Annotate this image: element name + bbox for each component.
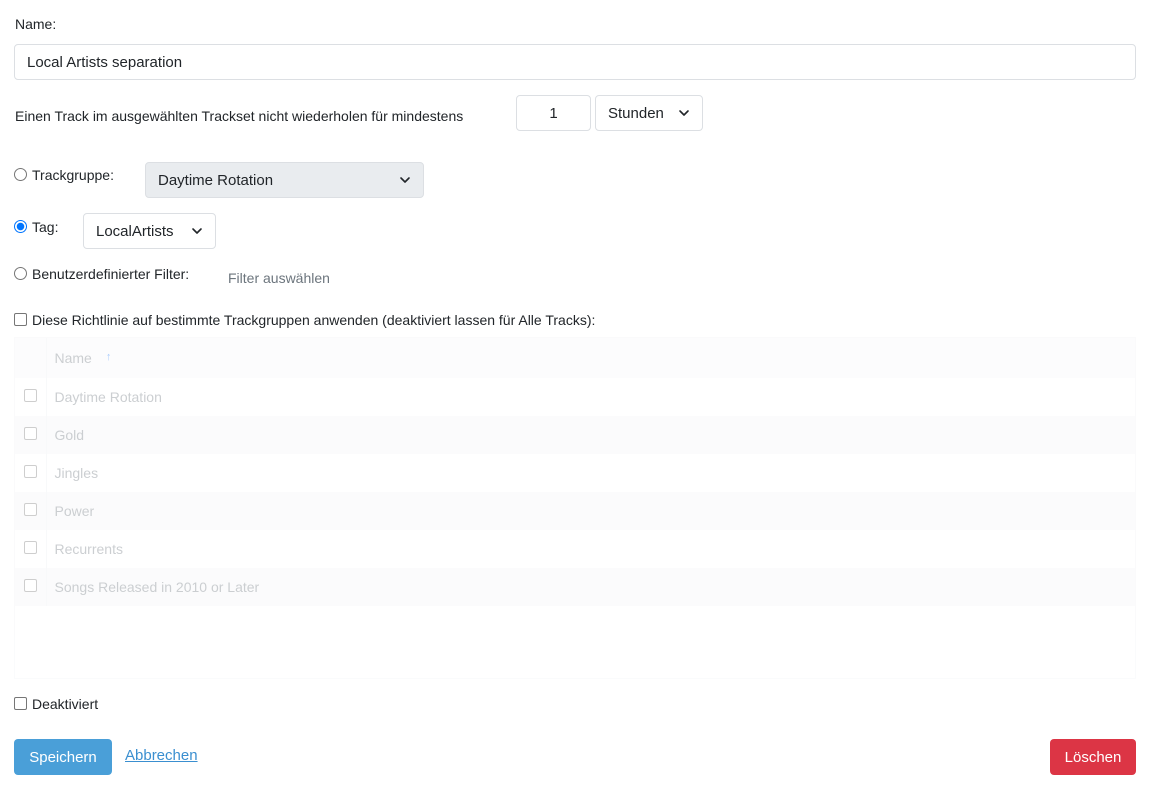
row-name: Jingles bbox=[54, 465, 99, 481]
row-name: Songs Released in 2010 or Later bbox=[54, 579, 260, 595]
select-column-header bbox=[15, 338, 47, 378]
select-filter-link[interactable]: Filter auswählen bbox=[228, 270, 330, 286]
table-row: Jingles bbox=[15, 454, 1135, 492]
row-name: Gold bbox=[54, 427, 85, 443]
chevron-down-icon bbox=[400, 177, 410, 183]
table-row: Songs Released in 2010 or Later bbox=[15, 568, 1135, 606]
disabled-checkbox[interactable] bbox=[14, 697, 27, 710]
trackgroups-table: Name ↑ Daytime Rotation Gold Jingles Powe… bbox=[14, 337, 1136, 679]
apply-to-trackgroups-label: Diese Richtlinie auf bestimmte Trackgrup… bbox=[32, 312, 596, 328]
custom-filter-radio[interactable] bbox=[14, 267, 27, 280]
apply-to-trackgroups-checkbox[interactable] bbox=[14, 313, 27, 326]
name-input[interactable] bbox=[14, 44, 1136, 80]
row-checkbox[interactable] bbox=[23, 503, 37, 516]
cancel-link[interactable]: Abbrechen bbox=[125, 747, 198, 764]
row-checkbox[interactable] bbox=[23, 579, 37, 592]
repeat-unit-value: Stunden bbox=[608, 104, 664, 122]
arrow-up-icon: ↑ bbox=[105, 351, 112, 363]
name-label: Name: bbox=[15, 16, 57, 32]
row-checkbox[interactable] bbox=[23, 465, 37, 478]
tag-select[interactable]: LocalArtists bbox=[83, 213, 216, 249]
tag-value: LocalArtists bbox=[96, 222, 174, 240]
chevron-down-icon bbox=[192, 228, 202, 234]
repeat-label: Einen Track im ausgewählten Trackset nic… bbox=[15, 108, 464, 124]
repeat-amount-input[interactable] bbox=[516, 95, 591, 131]
table-row: Gold bbox=[15, 416, 1135, 454]
tag-radio[interactable] bbox=[14, 220, 27, 233]
row-checkbox[interactable] bbox=[23, 541, 37, 554]
row-name: Daytime Rotation bbox=[54, 389, 162, 405]
table-row: Power bbox=[15, 492, 1135, 530]
table-row: Daytime Rotation bbox=[15, 378, 1135, 416]
row-name: Power bbox=[54, 503, 95, 519]
row-name: Recurrents bbox=[54, 541, 123, 557]
name-column-header[interactable]: Name ↑ bbox=[46, 338, 1135, 378]
trackgroup-select[interactable]: Daytime Rotation bbox=[145, 162, 424, 198]
table-header-row: Name ↑ bbox=[15, 338, 1135, 378]
trackgroup-label: Trackgruppe: bbox=[32, 167, 114, 183]
tag-label: Tag: bbox=[32, 219, 59, 235]
table-row: Recurrents bbox=[15, 530, 1135, 568]
chevron-down-icon bbox=[679, 110, 689, 116]
row-checkbox[interactable] bbox=[23, 389, 37, 402]
delete-button[interactable]: Löschen bbox=[1050, 739, 1136, 775]
trackgroup-value: Daytime Rotation bbox=[158, 171, 274, 189]
disabled-label: Deaktiviert bbox=[32, 696, 99, 712]
row-checkbox[interactable] bbox=[23, 427, 37, 440]
trackgroup-radio[interactable] bbox=[14, 168, 27, 181]
repeat-unit-select[interactable]: Stunden bbox=[595, 95, 703, 131]
name-header-label: Name bbox=[54, 350, 92, 366]
save-button[interactable]: Speichern bbox=[14, 739, 112, 775]
custom-filter-label: Benutzerdefinierter Filter: bbox=[32, 266, 190, 282]
